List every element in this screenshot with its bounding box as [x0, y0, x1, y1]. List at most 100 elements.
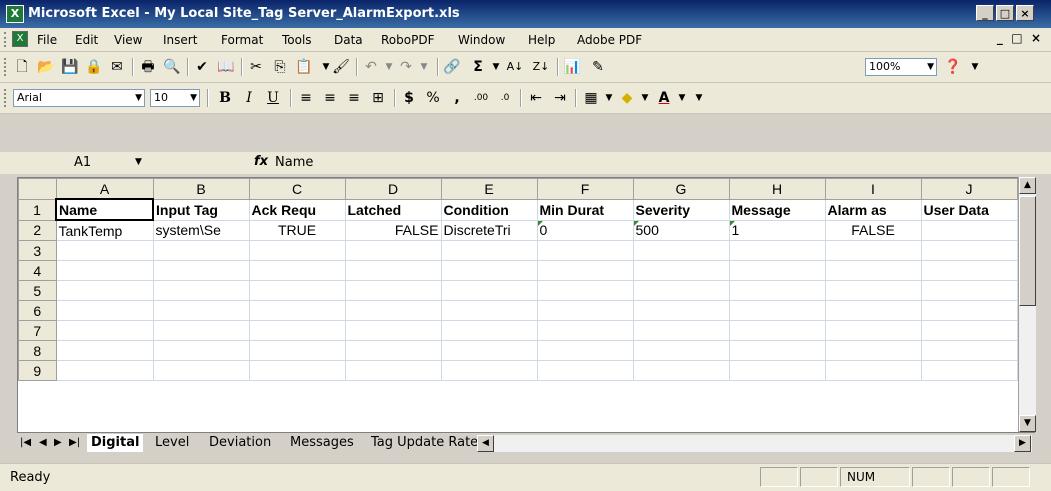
- cell[interactable]: [248, 360, 346, 381]
- scroll-up-icon[interactable]: ▲: [1019, 177, 1036, 194]
- redo-icon[interactable]: ↷: [397, 58, 415, 76]
- sort-descending-icon[interactable]: Z↓: [532, 58, 550, 76]
- cell-h1[interactable]: Message: [728, 198, 826, 221]
- menubar-grip[interactable]: [4, 32, 9, 47]
- cell-b1[interactable]: Input Tag: [152, 198, 250, 221]
- permission-icon[interactable]: 🔒: [85, 58, 103, 76]
- cell[interactable]: [344, 240, 442, 261]
- cell[interactable]: [920, 240, 1018, 261]
- scroll-thumb[interactable]: [1019, 196, 1036, 306]
- copy-icon[interactable]: ⎘: [271, 58, 289, 76]
- next-sheet-icon[interactable]: ▶: [54, 437, 62, 448]
- borders-dropdown-icon[interactable]: ▼: [600, 89, 618, 107]
- cell[interactable]: [55, 360, 154, 381]
- cell[interactable]: [248, 260, 346, 281]
- cell[interactable]: [344, 360, 442, 381]
- vertical-scrollbar[interactable]: ▲ ▼: [1018, 177, 1036, 432]
- cell[interactable]: [344, 260, 442, 281]
- font-size-select[interactable]: 10 ▼: [150, 89, 200, 107]
- redo-dropdown-icon[interactable]: ▼: [415, 58, 433, 76]
- autosum-dropdown-icon[interactable]: ▼: [487, 58, 505, 76]
- row-header[interactable]: 9: [18, 360, 57, 381]
- cell[interactable]: [632, 240, 730, 261]
- cell[interactable]: [824, 300, 922, 321]
- underline-icon[interactable]: U: [264, 89, 282, 107]
- cell[interactable]: [344, 300, 442, 321]
- cell[interactable]: [536, 300, 634, 321]
- cell[interactable]: [632, 320, 730, 341]
- cell[interactable]: [152, 360, 250, 381]
- row-header[interactable]: 5: [18, 280, 57, 301]
- menu-adobe-pdf[interactable]: Adobe PDF: [577, 33, 642, 47]
- close-button[interactable]: ×: [1016, 5, 1034, 21]
- cell-f2[interactable]: 0: [536, 219, 634, 241]
- cell[interactable]: [632, 260, 730, 281]
- cell[interactable]: [344, 280, 442, 301]
- row-header[interactable]: 3: [18, 240, 57, 261]
- row-header[interactable]: 7: [18, 320, 57, 341]
- bold-icon[interactable]: B: [216, 89, 234, 107]
- cell[interactable]: [632, 340, 730, 361]
- column-header[interactable]: A: [55, 178, 154, 200]
- font-color-dropdown-icon[interactable]: ▼: [673, 89, 691, 107]
- font-size-dropdown-icon[interactable]: ▼: [190, 90, 197, 106]
- cell[interactable]: [55, 320, 154, 341]
- cell[interactable]: [248, 340, 346, 361]
- print-icon[interactable]: 🖶: [139, 58, 157, 76]
- cell[interactable]: [920, 280, 1018, 301]
- horizontal-scrollbar[interactable]: ◀ ▶: [477, 435, 1032, 452]
- cell[interactable]: [536, 340, 634, 361]
- column-header[interactable]: I: [824, 178, 922, 200]
- cell-b2[interactable]: system\Se: [152, 219, 250, 241]
- fill-color-icon[interactable]: ◆: [618, 89, 636, 107]
- align-right-icon[interactable]: ≡: [345, 89, 363, 107]
- zoom-dropdown-icon[interactable]: ▼: [927, 59, 934, 75]
- cell[interactable]: [920, 340, 1018, 361]
- cell[interactable]: [440, 260, 538, 281]
- cell[interactable]: [728, 360, 826, 381]
- first-sheet-icon[interactable]: |◀: [20, 437, 31, 448]
- cell[interactable]: [824, 260, 922, 281]
- cell-j2[interactable]: [920, 219, 1018, 241]
- function-icon[interactable]: fx: [254, 154, 268, 169]
- menu-help[interactable]: Help: [528, 33, 555, 47]
- cell-e2[interactable]: DiscreteTri: [440, 219, 538, 241]
- prev-sheet-icon[interactable]: ◀: [39, 437, 47, 448]
- cell[interactable]: [536, 280, 634, 301]
- toolbar-options-icon[interactable]: ▼: [690, 89, 708, 107]
- cell[interactable]: [920, 260, 1018, 281]
- cell-i1[interactable]: Alarm as: [824, 198, 922, 221]
- scroll-down-icon[interactable]: ▼: [1019, 415, 1036, 432]
- cell[interactable]: [55, 280, 154, 301]
- font-select[interactable]: Arial ▼: [13, 89, 145, 107]
- menu-file[interactable]: File: [37, 33, 57, 47]
- cell[interactable]: [152, 260, 250, 281]
- cell[interactable]: [152, 240, 250, 261]
- sheet-tab-messages[interactable]: Messages: [286, 434, 358, 452]
- cell[interactable]: [824, 240, 922, 261]
- spreadsheet-grid[interactable]: A B C D E F G H I J 1 Name Input Tag Ack…: [17, 177, 1020, 434]
- cell-g1[interactable]: Severity: [632, 198, 730, 221]
- scroll-left-icon[interactable]: ◀: [477, 435, 494, 452]
- cell[interactable]: [824, 320, 922, 341]
- open-icon[interactable]: 📂: [37, 58, 55, 76]
- print-preview-icon[interactable]: 🔍: [163, 58, 181, 76]
- cell[interactable]: [248, 240, 346, 261]
- cell[interactable]: [152, 300, 250, 321]
- toolbar-options-icon[interactable]: ▼: [966, 58, 984, 76]
- cell[interactable]: [536, 260, 634, 281]
- cell[interactable]: [55, 300, 154, 321]
- research-icon[interactable]: 📖: [217, 58, 235, 76]
- cell-i2[interactable]: FALSE: [824, 219, 922, 241]
- chart-wizard-icon[interactable]: 📊: [563, 58, 581, 76]
- minimize-button[interactable]: _: [976, 5, 994, 21]
- name-box-dropdown-icon[interactable]: ▼: [135, 154, 142, 171]
- cell[interactable]: [632, 300, 730, 321]
- cell-c2[interactable]: TRUE: [248, 219, 346, 241]
- cell[interactable]: [440, 240, 538, 261]
- cell[interactable]: [248, 320, 346, 341]
- cell[interactable]: [920, 300, 1018, 321]
- cell-g2[interactable]: 500: [632, 219, 730, 241]
- cell-d2[interactable]: FALSE: [344, 219, 442, 241]
- row-header[interactable]: 1: [18, 198, 57, 221]
